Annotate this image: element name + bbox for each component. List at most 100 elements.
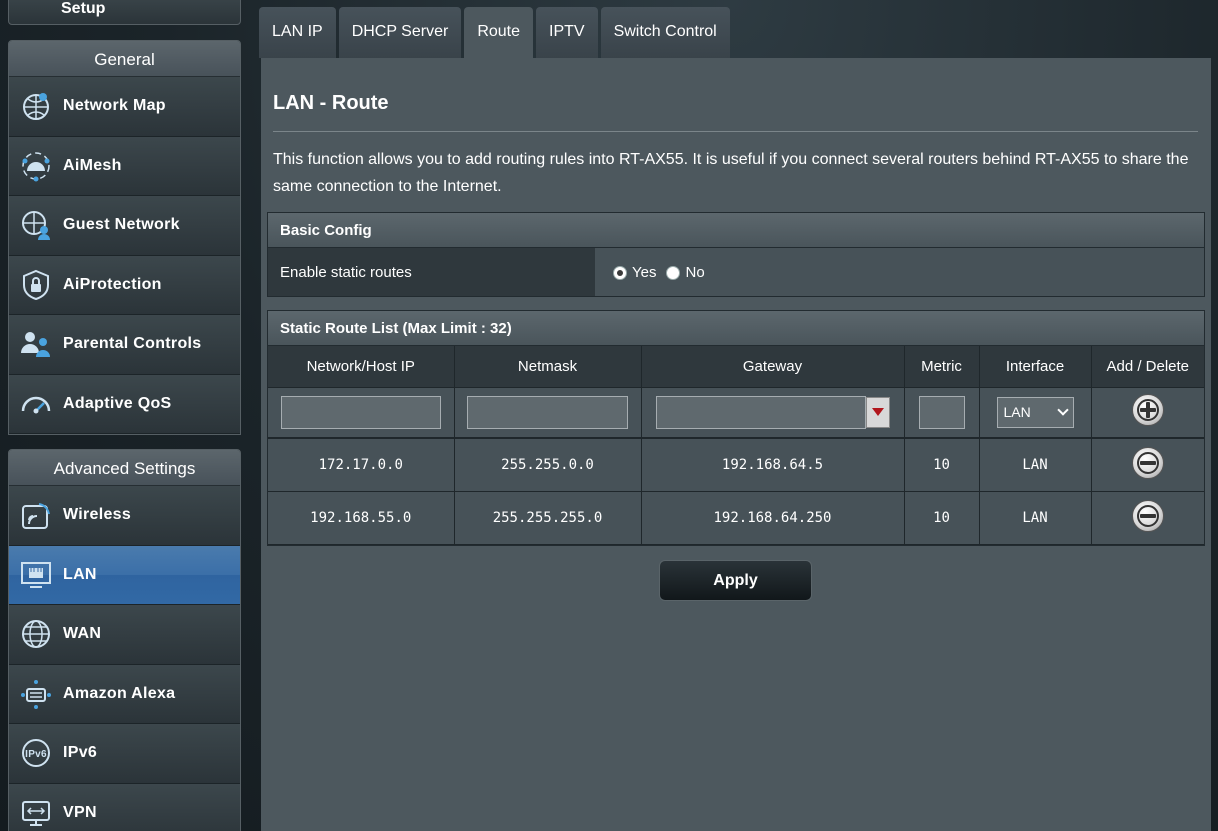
route-interface: LAN	[979, 491, 1092, 545]
network-map-icon	[17, 87, 55, 125]
minus-icon	[1139, 460, 1156, 465]
sidebar-item-wan[interactable]: WAN	[9, 605, 240, 665]
new-network-cell	[268, 387, 455, 439]
sidebar-item-label: IPv6	[63, 744, 98, 762]
tab-route[interactable]: Route	[464, 7, 534, 58]
static-route-list-heading: Static Route List (Max Limit : 32)	[268, 311, 1204, 346]
tab-iptv[interactable]: IPTV	[536, 7, 598, 58]
aimesh-icon	[17, 147, 55, 185]
route-network: 192.168.55.0	[268, 491, 455, 545]
new-route-row: LAN	[268, 387, 1204, 439]
new-metric-cell	[904, 387, 980, 439]
sidebar-item-label: Network Map	[63, 97, 166, 115]
apply-button[interactable]: Apply	[659, 560, 812, 601]
route-interface: LAN	[979, 438, 1092, 492]
col-gateway: Gateway	[641, 346, 905, 388]
interface-select-value: LAN	[1003, 404, 1031, 421]
basic-config-section: Basic Config Enable static routes Yes No	[267, 212, 1205, 297]
sidebar-item-label: AiProtection	[63, 275, 162, 293]
sidebar: Setup General Network Map AiMesh Guest N…	[0, 0, 250, 831]
sidebar-item-adaptive-qos[interactable]: Adaptive QoS	[9, 374, 240, 434]
page-title: LAN - Route	[273, 92, 389, 114]
network-host-ip-input[interactable]	[280, 395, 441, 429]
delete-route-button[interactable]	[1131, 446, 1164, 479]
sidebar-item-wireless[interactable]: Wireless	[9, 486, 240, 546]
tab-switch-control[interactable]: Switch Control	[600, 7, 730, 58]
sidebar-item-label: WAN	[63, 625, 102, 643]
sidebar-item-lan[interactable]: LAN	[9, 545, 240, 605]
lan-icon	[17, 556, 55, 594]
route-gateway: 192.168.64.5	[641, 438, 905, 492]
metric-input[interactable]	[918, 395, 965, 429]
enable-static-routes-row: Enable static routes Yes No	[268, 248, 1204, 296]
tab-dhcp-server[interactable]: DHCP Server	[338, 7, 462, 58]
static-route-list-section: Static Route List (Max Limit : 32) Netwo…	[267, 310, 1205, 546]
table-row: 192.168.55.0 255.255.255.0 192.168.64.25…	[268, 491, 1204, 545]
sidebar-item-ipv6[interactable]: IPv6 IPv6	[9, 724, 240, 784]
new-add-cell	[1091, 387, 1204, 439]
sidebar-item-label: Adaptive QoS	[63, 394, 172, 412]
wan-icon	[17, 615, 55, 653]
sidebar-item-label: AiMesh	[63, 156, 122, 174]
plus-icon-vertical	[1145, 402, 1150, 419]
sidebar-item-guest-network[interactable]: Guest Network	[9, 196, 240, 256]
content-panel: LAN - Route This function allows you to …	[261, 58, 1211, 831]
vpn-icon	[17, 794, 55, 831]
radio-no-control[interactable]	[666, 266, 681, 280]
enable-static-routes-options: Yes No	[595, 248, 715, 296]
sidebar-item-label: Parental Controls	[63, 335, 202, 353]
page-description: This function allows you to add routing …	[273, 151, 1189, 195]
col-netmask: Netmask	[454, 346, 642, 388]
sidebar-item-label: Amazon Alexa	[63, 684, 176, 702]
route-netmask: 255.255.0.0	[454, 438, 642, 492]
sidebar-item-label: VPN	[63, 803, 97, 821]
minus-icon	[1139, 513, 1156, 518]
col-add-delete: Add / Delete	[1091, 346, 1204, 388]
sidebar-item-aimesh[interactable]: AiMesh	[9, 136, 240, 196]
route-delete-cell	[1091, 438, 1204, 492]
sidebar-item-amazon-alexa[interactable]: Amazon Alexa	[9, 664, 240, 724]
guest-network-icon	[17, 206, 55, 244]
delete-route-button[interactable]	[1131, 499, 1164, 532]
sidebar-item-label: Guest Network	[63, 216, 180, 234]
netmask-input[interactable]	[467, 395, 628, 429]
route-metric: 10	[904, 491, 980, 545]
static-route-table: Network/Host IP Netmask Gateway Metric I…	[268, 346, 1204, 545]
tab-lan-ip[interactable]: LAN IP	[259, 7, 336, 58]
col-network-host-ip: Network/Host IP	[268, 346, 455, 388]
route-metric: 10	[904, 438, 980, 492]
sidebar-item-aiprotection[interactable]: AiProtection	[9, 255, 240, 315]
sidebar-item-parental-controls[interactable]: Parental Controls	[9, 315, 240, 375]
general-menu: General Network Map AiMesh Guest Network…	[8, 40, 241, 435]
sidebar-item-label: LAN	[63, 565, 97, 583]
title-divider	[273, 131, 1198, 132]
radio-no[interactable]: No	[666, 263, 705, 281]
radio-no-label: No	[685, 263, 705, 281]
general-heading: General	[9, 41, 240, 77]
interface-select[interactable]: LAN	[996, 396, 1074, 428]
route-gateway: 192.168.64.250	[641, 491, 905, 545]
col-interface: Interface	[979, 346, 1092, 388]
col-metric: Metric	[904, 346, 980, 388]
table-row: 172.17.0.0 255.255.0.0 192.168.64.5 10 L…	[268, 438, 1204, 492]
radio-yes[interactable]: Yes	[613, 264, 656, 281]
sidebar-item-setup[interactable]: Setup	[8, 0, 241, 25]
gateway-input[interactable]	[655, 395, 866, 429]
alexa-icon	[17, 675, 55, 713]
radio-yes-label: Yes	[632, 263, 657, 281]
sidebar-item-vpn[interactable]: VPN	[9, 783, 240, 831]
radio-yes-control[interactable]	[613, 266, 627, 280]
gateway-dropdown-arrow-icon[interactable]	[865, 396, 890, 428]
svg-text:IPv6: IPv6	[25, 749, 47, 760]
basic-config-heading: Basic Config	[268, 213, 1204, 248]
new-gateway-cell	[641, 387, 905, 439]
add-route-button[interactable]	[1131, 394, 1164, 427]
lan-tabs: LAN IP DHCP Server Route IPTV Switch Con…	[259, 7, 733, 59]
sidebar-item-label: Wireless	[63, 506, 132, 524]
adaptive-qos-icon	[17, 385, 55, 423]
route-network: 172.17.0.0	[268, 438, 455, 492]
aiprotection-icon	[17, 266, 55, 304]
sidebar-item-network-map[interactable]: Network Map	[9, 77, 240, 137]
advanced-heading: Advanced Settings	[9, 450, 240, 486]
new-netmask-cell	[454, 387, 642, 439]
